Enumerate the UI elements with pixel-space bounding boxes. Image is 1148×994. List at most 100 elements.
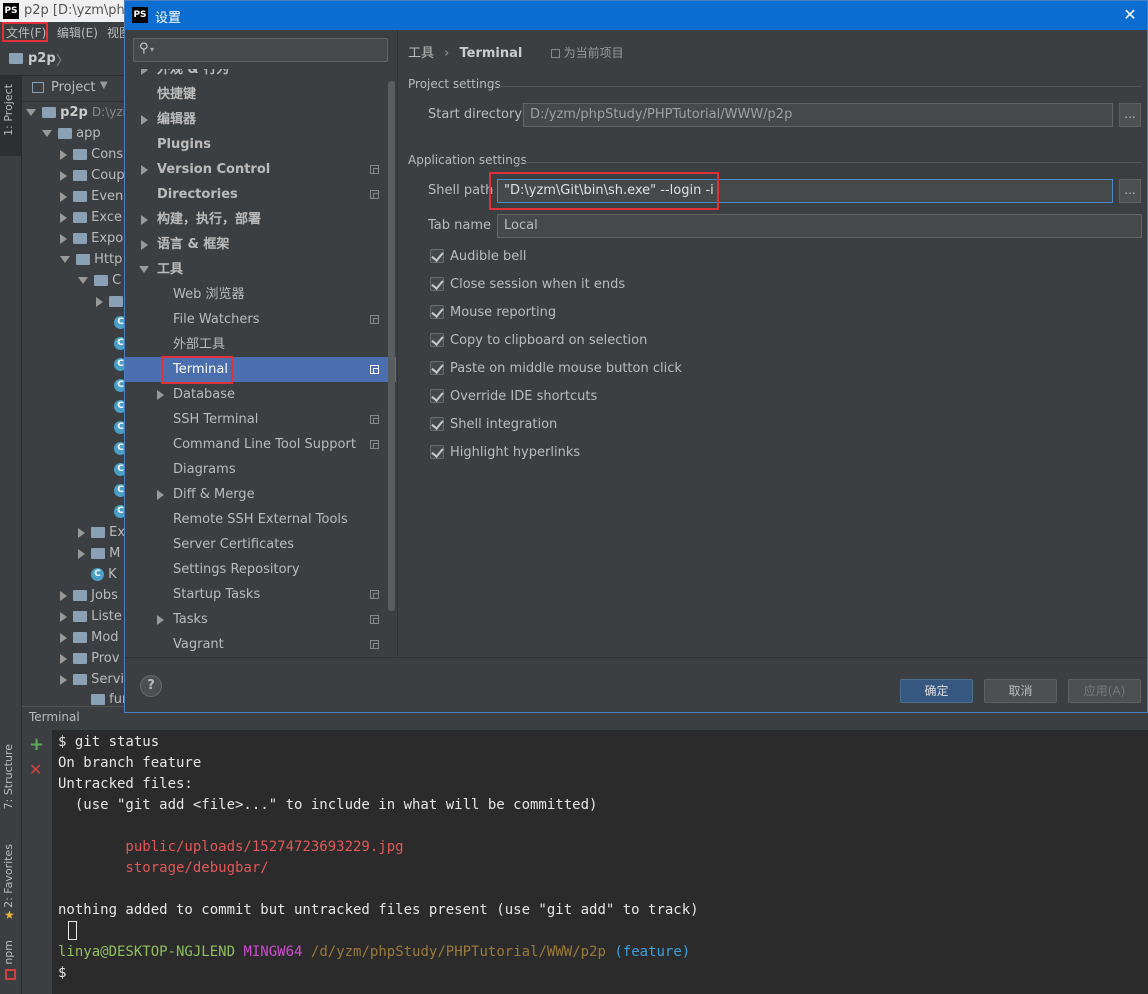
collapsed-arrow-icon[interactable] — [60, 233, 67, 244]
collapsed-arrow-icon[interactable] — [60, 674, 67, 685]
settings-nav-item[interactable]: Database — [125, 382, 396, 407]
expanded-arrow-icon[interactable] — [42, 130, 52, 137]
option-checkbox-row[interactable]: Highlight hyperlinks — [430, 444, 580, 464]
option-checkbox-row[interactable]: Shell integration — [430, 416, 557, 436]
checkbox-checked-icon[interactable] — [430, 360, 444, 375]
tree-row[interactable]: C — [78, 270, 121, 291]
start-directory-field[interactable]: D:/yzm/phpStudy/PHPTutorial/WWW/p2p — [523, 103, 1113, 127]
collapsed-arrow-icon[interactable] — [141, 215, 148, 225]
settings-nav-item[interactable]: Directories — [125, 182, 396, 207]
collapsed-arrow-icon[interactable] — [141, 165, 148, 175]
collapsed-arrow-icon[interactable] — [78, 548, 85, 559]
settings-nav-item[interactable]: Remote SSH External Tools — [125, 507, 396, 532]
option-checkbox-row[interactable]: Audible bell — [430, 248, 526, 268]
tree-row[interactable]: Exce — [60, 207, 122, 228]
tree-row[interactable]: M — [78, 543, 120, 564]
collapsed-arrow-icon[interactable] — [60, 191, 67, 202]
collapsed-arrow-icon[interactable] — [60, 632, 67, 643]
option-checkbox-row[interactable]: Override IDE shortcuts — [430, 388, 597, 408]
terminal-panel-title[interactable]: Terminal — [29, 710, 80, 724]
project-view-label[interactable]: Project — [51, 80, 95, 95]
apply-button[interactable]: 应用(A) — [1068, 679, 1141, 703]
tab-project[interactable]: 1: Project — [2, 84, 15, 136]
settings-nav-item[interactable]: 快捷键 — [125, 82, 396, 107]
settings-nav-item[interactable]: Version Control — [125, 157, 396, 182]
menu-edit[interactable]: 编辑(E) — [57, 24, 98, 41]
tab-name-input[interactable]: Local — [497, 214, 1142, 238]
collapsed-arrow-icon[interactable] — [141, 115, 148, 125]
collapsed-arrow-icon[interactable] — [60, 170, 67, 181]
settings-nav-item[interactable]: Diagrams — [125, 457, 396, 482]
settings-nav-item[interactable]: 编辑器 — [125, 107, 396, 132]
settings-nav-item[interactable]: 语言 & 框架 — [125, 232, 396, 257]
tree-row[interactable]: Prov — [60, 648, 119, 669]
chevron-down-icon[interactable]: ▼ — [100, 80, 108, 91]
settings-nav-item[interactable]: Web 浏览器 — [125, 282, 396, 307]
collapsed-arrow-icon[interactable] — [157, 390, 164, 400]
tab-favorites[interactable]: 2: Favorites — [2, 844, 15, 908]
settings-nav-item[interactable]: Server Certificates — [125, 532, 396, 557]
cancel-button[interactable]: 取消 — [984, 679, 1057, 703]
checkbox-checked-icon[interactable] — [430, 248, 444, 263]
tree-row[interactable]: Jobs — [60, 585, 118, 606]
collapsed-arrow-icon[interactable] — [78, 527, 85, 538]
close-session-icon[interactable]: ✕ — [29, 761, 42, 779]
tree-row[interactable]: Servi — [60, 669, 124, 690]
tree-row[interactable]: Even — [60, 186, 123, 207]
checkbox-checked-icon[interactable] — [430, 444, 444, 459]
tree-row[interactable]: funct — [78, 689, 130, 706]
checkbox-checked-icon[interactable] — [430, 276, 444, 291]
new-session-plus-icon[interactable]: + — [29, 736, 44, 754]
settings-nav-item[interactable]: 外部工具 — [125, 332, 396, 357]
collapsed-arrow-icon[interactable] — [96, 296, 103, 307]
collapsed-arrow-icon[interactable] — [157, 490, 164, 500]
expanded-arrow-icon[interactable] — [78, 277, 88, 284]
expanded-arrow-icon[interactable] — [139, 266, 149, 273]
settings-search-input[interactable]: ⚲ ▾ — [133, 38, 388, 62]
checkbox-checked-icon[interactable] — [430, 388, 444, 403]
checkbox-checked-icon[interactable] — [430, 416, 444, 431]
settings-nav-item[interactable]: 构建，执行，部署 — [125, 207, 396, 232]
tree-row[interactable] — [96, 291, 123, 312]
shell-path-browse-button[interactable]: ... — [1119, 179, 1141, 203]
tree-row[interactable]: Expo — [60, 228, 123, 249]
option-checkbox-row[interactable]: Close session when it ends — [430, 276, 625, 296]
option-checkbox-row[interactable]: Copy to clipboard on selection — [430, 332, 647, 352]
close-icon[interactable]: ✕ — [1121, 6, 1139, 24]
collapsed-arrow-icon[interactable] — [60, 590, 67, 601]
breadcrumb-parent[interactable]: 工具 — [408, 46, 434, 61]
collapsed-arrow-icon[interactable] — [60, 149, 67, 160]
collapsed-arrow-icon[interactable] — [60, 212, 67, 223]
settings-nav-item[interactable]: Vagrant — [125, 632, 396, 657]
tree-row[interactable]: Http — [60, 249, 122, 270]
settings-nav-item[interactable]: Plugins — [125, 132, 396, 157]
tab-structure[interactable]: 7: Structure — [2, 744, 15, 809]
settings-nav-scrollbar[interactable] — [388, 81, 395, 611]
settings-nav-item[interactable]: Tasks — [125, 607, 396, 632]
settings-nav-item[interactable]: File Watchers — [125, 307, 396, 332]
tree-row[interactable]: Liste — [60, 606, 122, 627]
tree-row[interactable]: Mod — [60, 627, 119, 648]
tree-row[interactable]: app — [42, 123, 101, 144]
expanded-arrow-icon[interactable] — [60, 256, 70, 263]
terminal-output[interactable]: $ git status On branch feature Untracked… — [52, 730, 1148, 994]
tab-npm[interactable]: npm — [2, 940, 15, 965]
settings-nav-item[interactable]: 工具 — [125, 257, 396, 282]
checkbox-checked-icon[interactable] — [430, 332, 444, 347]
tree-row[interactable]: C K — [78, 564, 117, 585]
tree-row[interactable]: Ex — [78, 522, 125, 543]
option-checkbox-row[interactable]: Paste on middle mouse button click — [430, 360, 682, 380]
collapsed-arrow-icon[interactable] — [60, 611, 67, 622]
tree-row[interactable]: Cons — [60, 144, 123, 165]
settings-nav-item[interactable]: SSH Terminal — [125, 407, 396, 432]
settings-nav-item[interactable]: Diff & Merge — [125, 482, 396, 507]
search-options-chevron-icon[interactable]: ▾ — [150, 45, 154, 54]
nav-project-name[interactable]: p2p — [28, 51, 56, 66]
option-checkbox-row[interactable]: Mouse reporting — [430, 304, 556, 324]
settings-nav-item[interactable]: Settings Repository — [125, 557, 396, 582]
collapsed-arrow-icon[interactable] — [141, 240, 148, 250]
settings-nav-item[interactable]: Startup Tasks — [125, 582, 396, 607]
ok-button[interactable]: 确定 — [900, 679, 973, 703]
settings-nav-item[interactable]: 外观 & 行为 — [125, 69, 396, 82]
tree-row[interactable]: Coup — [60, 165, 125, 186]
